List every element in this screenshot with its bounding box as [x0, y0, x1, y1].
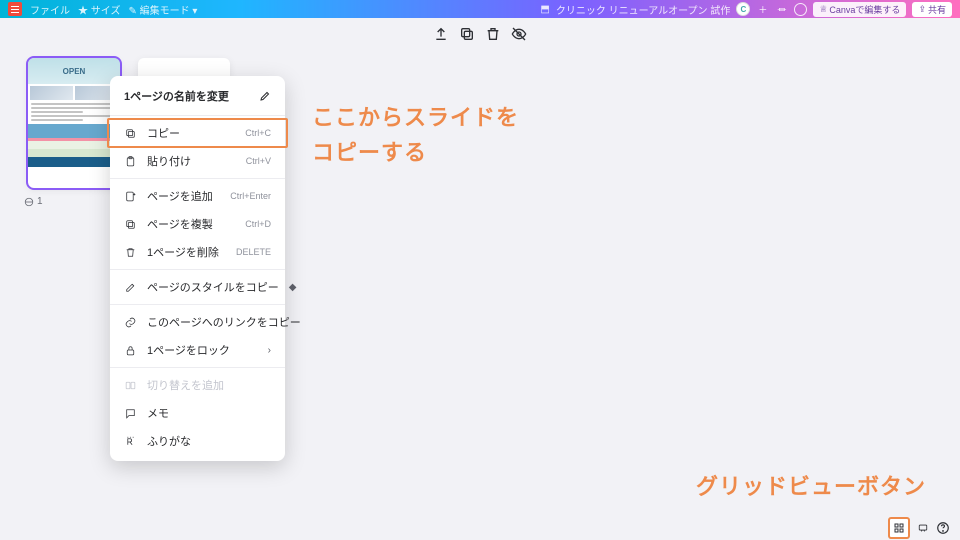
plus-icon[interactable]: ＋ [756, 3, 769, 16]
menu-transition: 切り替えを追加 [110, 371, 285, 399]
transition-icon [124, 379, 137, 392]
menu-delete[interactable]: 1ページを削除 DELETE [110, 238, 285, 266]
top-bar: ファイル ★ サイズ ✎ 編集モード ▾ ⬒ クリニック リニューアルオープン … [0, 0, 960, 18]
ruby-icon [124, 435, 137, 448]
pencil-icon [259, 90, 271, 102]
dropdown-icon: ◆ [289, 282, 297, 293]
menu-paste[interactable]: 貼り付け Ctrl+V [110, 147, 285, 175]
menu-button[interactable] [8, 2, 22, 16]
grid-view-button[interactable] [888, 517, 910, 539]
canvas-area: ⋯ OPEN 1 1ページの名前を変更 コピー Ctrl+C 貼り付け Ctrl… [0, 48, 960, 516]
present-icon[interactable] [918, 523, 928, 533]
thumb-open-text: OPEN [63, 67, 86, 76]
page-toolbar [0, 18, 960, 48]
trash-icon[interactable] [485, 26, 501, 42]
menu-title[interactable]: 1ページの名前を変更 [110, 82, 285, 112]
visibility-icon[interactable] [511, 26, 527, 42]
menu-copy-style[interactable]: ページのスタイルをコピー ◆ [110, 273, 285, 301]
help-icon[interactable] [936, 521, 950, 535]
upload-icon[interactable] [433, 26, 449, 42]
annotation-copy-here: ここからスライドを コピーする [312, 100, 519, 170]
share-button[interactable]: ⇪ 共有 [912, 2, 952, 17]
menu-lock[interactable]: 1ページをロック › [110, 336, 285, 364]
analytics-icon[interactable]: ⏛ [775, 3, 788, 16]
doc-title[interactable]: クリニック リニューアルオープン 試作 [556, 2, 730, 17]
paste-icon [124, 155, 137, 168]
bottom-bar [0, 516, 960, 540]
page-thumbnail-1[interactable]: ⋯ OPEN [28, 58, 120, 188]
copy-icon [124, 127, 137, 140]
resize-menu[interactable]: ★ サイズ [78, 2, 120, 17]
duplicate-icon[interactable] [459, 26, 475, 42]
menu-copy[interactable]: コピー Ctrl+C [110, 119, 285, 147]
lock-icon [124, 344, 137, 357]
menu-duplicate[interactable]: ページを複製 Ctrl+D [110, 210, 285, 238]
menu-add-page[interactable]: ページを追加 Ctrl+Enter [110, 182, 285, 210]
menu-ruby[interactable]: ふりがな [110, 427, 285, 455]
thumbnail-label: 1 [24, 196, 43, 207]
file-menu[interactable]: ファイル [30, 2, 70, 17]
menu-copy-link[interactable]: このページへのリンクをコピー [110, 308, 285, 336]
chevron-right-icon: › [268, 345, 271, 356]
menu-note[interactable]: メモ [110, 399, 285, 427]
note-icon [124, 407, 137, 420]
canva-edit-button[interactable]: ♕ Canvaで編集する [813, 2, 906, 17]
save-status-icon: ⬒ [540, 4, 549, 15]
duplicate-page-icon [124, 218, 137, 231]
link-icon [124, 316, 137, 329]
page-context-menu: 1ページの名前を変更 コピー Ctrl+C 貼り付け Ctrl+V ページを追加… [110, 76, 285, 461]
edit-mode[interactable]: ✎ 編集モード ▾ [128, 2, 197, 17]
user-avatar[interactable]: C [736, 2, 750, 16]
comments-icon[interactable] [794, 3, 807, 16]
brush-icon [124, 281, 137, 294]
annotation-grid-button: グリッドビューボタン [696, 469, 926, 504]
delete-icon [124, 246, 137, 259]
add-page-icon [124, 190, 137, 203]
